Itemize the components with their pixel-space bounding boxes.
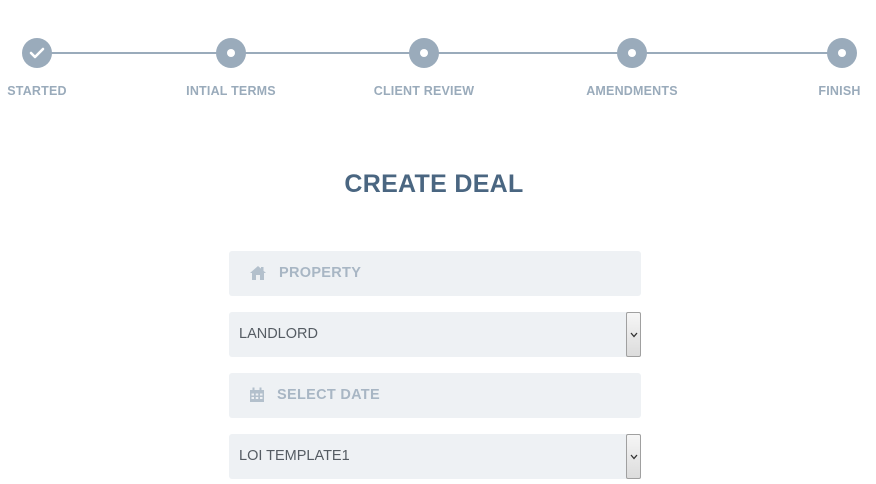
step-label: INTIAL TERMS — [186, 84, 276, 98]
template-select[interactable]: LOI TEMPLATE1 — [229, 434, 641, 479]
template-select-value: LOI TEMPLATE1 — [239, 448, 350, 464]
step-dot-icon — [409, 38, 439, 68]
step-amendments[interactable]: AMENDMENTS — [572, 38, 692, 98]
checkmark-icon — [29, 47, 45, 59]
step-client-review[interactable]: CLIENT REVIEW — [364, 38, 484, 98]
calendar-icon — [249, 387, 265, 408]
home-icon — [249, 265, 267, 286]
progress-stepper: STARTED INTIAL TERMS CLIENT REVIEW AMEND… — [0, 0, 876, 110]
step-completed-icon — [22, 38, 52, 68]
step-dot-icon — [216, 38, 246, 68]
step-label: STARTED — [7, 84, 67, 98]
step-dot-icon — [617, 38, 647, 68]
step-dot-icon — [827, 38, 857, 68]
step-label: FINISH — [818, 84, 861, 98]
page-title: CREATE DEAL — [344, 170, 524, 198]
step-label: AMENDMENTS — [586, 84, 678, 98]
step-started[interactable]: STARTED — [0, 38, 97, 98]
step-label: CLIENT REVIEW — [373, 84, 475, 98]
date-placeholder: SELECT DATE — [277, 387, 380, 403]
landlord-select[interactable]: LANDLORD — [229, 312, 641, 357]
date-input[interactable]: SELECT DATE — [229, 373, 641, 418]
chevron-down-icon[interactable] — [626, 312, 641, 357]
landlord-select-value: LANDLORD — [239, 326, 318, 342]
property-input[interactable]: PROPERTY — [229, 251, 641, 296]
step-finish[interactable]: FINISH — [782, 38, 876, 98]
property-placeholder: PROPERTY — [279, 265, 362, 281]
step-initial-terms[interactable]: INTIAL TERMS — [171, 38, 291, 98]
chevron-down-icon[interactable] — [626, 434, 641, 479]
